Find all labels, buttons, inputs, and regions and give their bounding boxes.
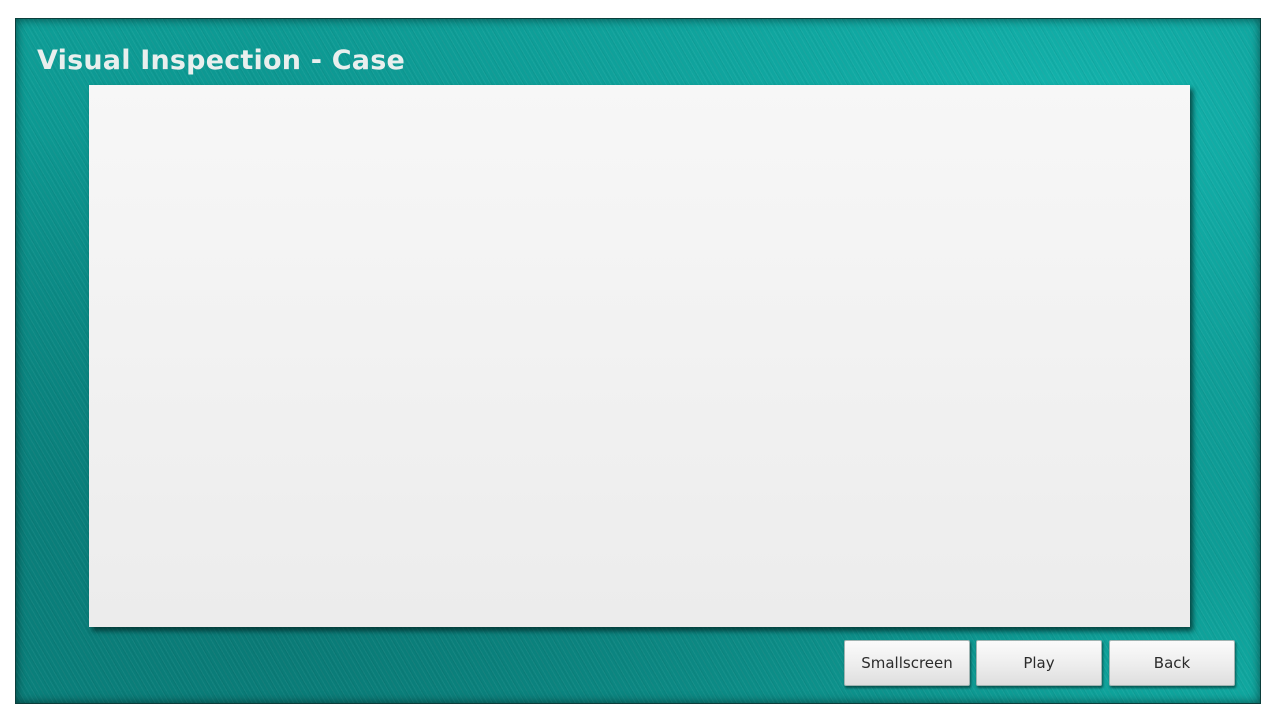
play-button[interactable]: Play [976, 640, 1102, 686]
app-window: Visual Inspection - Case Smallscreen Pla… [15, 18, 1261, 704]
media-viewer[interactable] [89, 85, 1190, 627]
smallscreen-button[interactable]: Smallscreen [844, 640, 970, 686]
page-title: Visual Inspection - Case [37, 45, 405, 76]
back-button[interactable]: Back [1109, 640, 1235, 686]
